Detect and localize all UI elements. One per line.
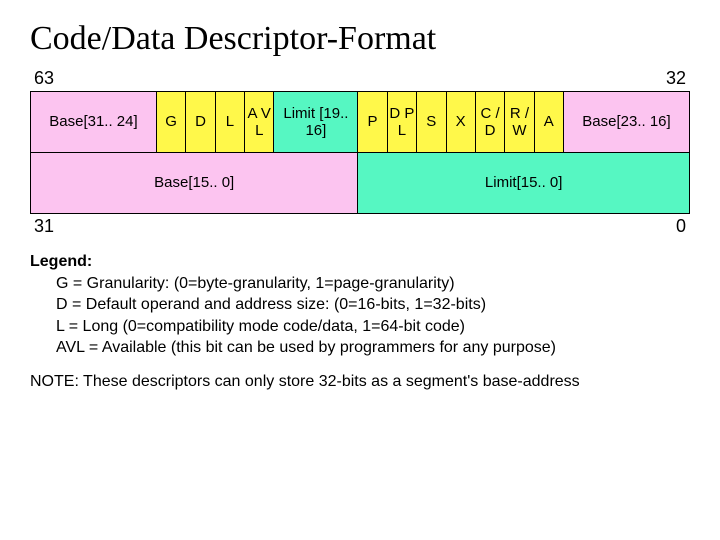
page-title: Code/Data Descriptor-Format: [30, 20, 690, 58]
descriptor-row-high: Base[31.. 24] G D L A V L Limit [19.. 16…: [31, 92, 690, 153]
bit-label-63: 63: [34, 68, 54, 89]
field-l: L: [215, 92, 244, 153]
field-avl: A V L: [245, 92, 274, 153]
descriptor-row-low: Base[15.. 0] Limit[15.. 0]: [31, 153, 690, 214]
field-a: A: [534, 92, 563, 153]
legend-d: D = Default operand and address size: (0…: [56, 294, 690, 316]
field-limit-15-0: Limit[15.. 0]: [358, 153, 690, 214]
field-base-15-0: Base[15.. 0]: [31, 153, 358, 214]
descriptor-table: Base[31.. 24] G D L A V L Limit [19.. 16…: [30, 91, 690, 214]
field-g: G: [156, 92, 185, 153]
bit-label-32: 32: [666, 68, 686, 89]
bit-label-0: 0: [676, 216, 686, 237]
bit-label-31: 31: [34, 216, 54, 237]
field-s: S: [417, 92, 446, 153]
legend-avl: AVL = Available (this bit can be used by…: [56, 337, 690, 359]
note-text: NOTE: These descriptors can only store 3…: [30, 373, 690, 391]
legend-g: G = Granularity: (0=byte-granularity, 1=…: [56, 273, 690, 295]
legend-heading: Legend:: [30, 251, 690, 273]
field-d: D: [186, 92, 215, 153]
legend: Legend: G = Granularity: (0=byte-granula…: [30, 251, 690, 359]
field-x: X: [446, 92, 475, 153]
legend-l: L = Long (0=compatibility mode code/data…: [56, 316, 690, 338]
field-limit-19-16: Limit [19.. 16]: [274, 92, 358, 153]
field-base-23-16: Base[23.. 16]: [564, 92, 690, 153]
field-p: P: [358, 92, 387, 153]
field-rw: R / W: [505, 92, 534, 153]
field-dpl: D P L: [387, 92, 416, 153]
field-cd: C / D: [475, 92, 504, 153]
field-base-31-24: Base[31.. 24]: [31, 92, 157, 153]
